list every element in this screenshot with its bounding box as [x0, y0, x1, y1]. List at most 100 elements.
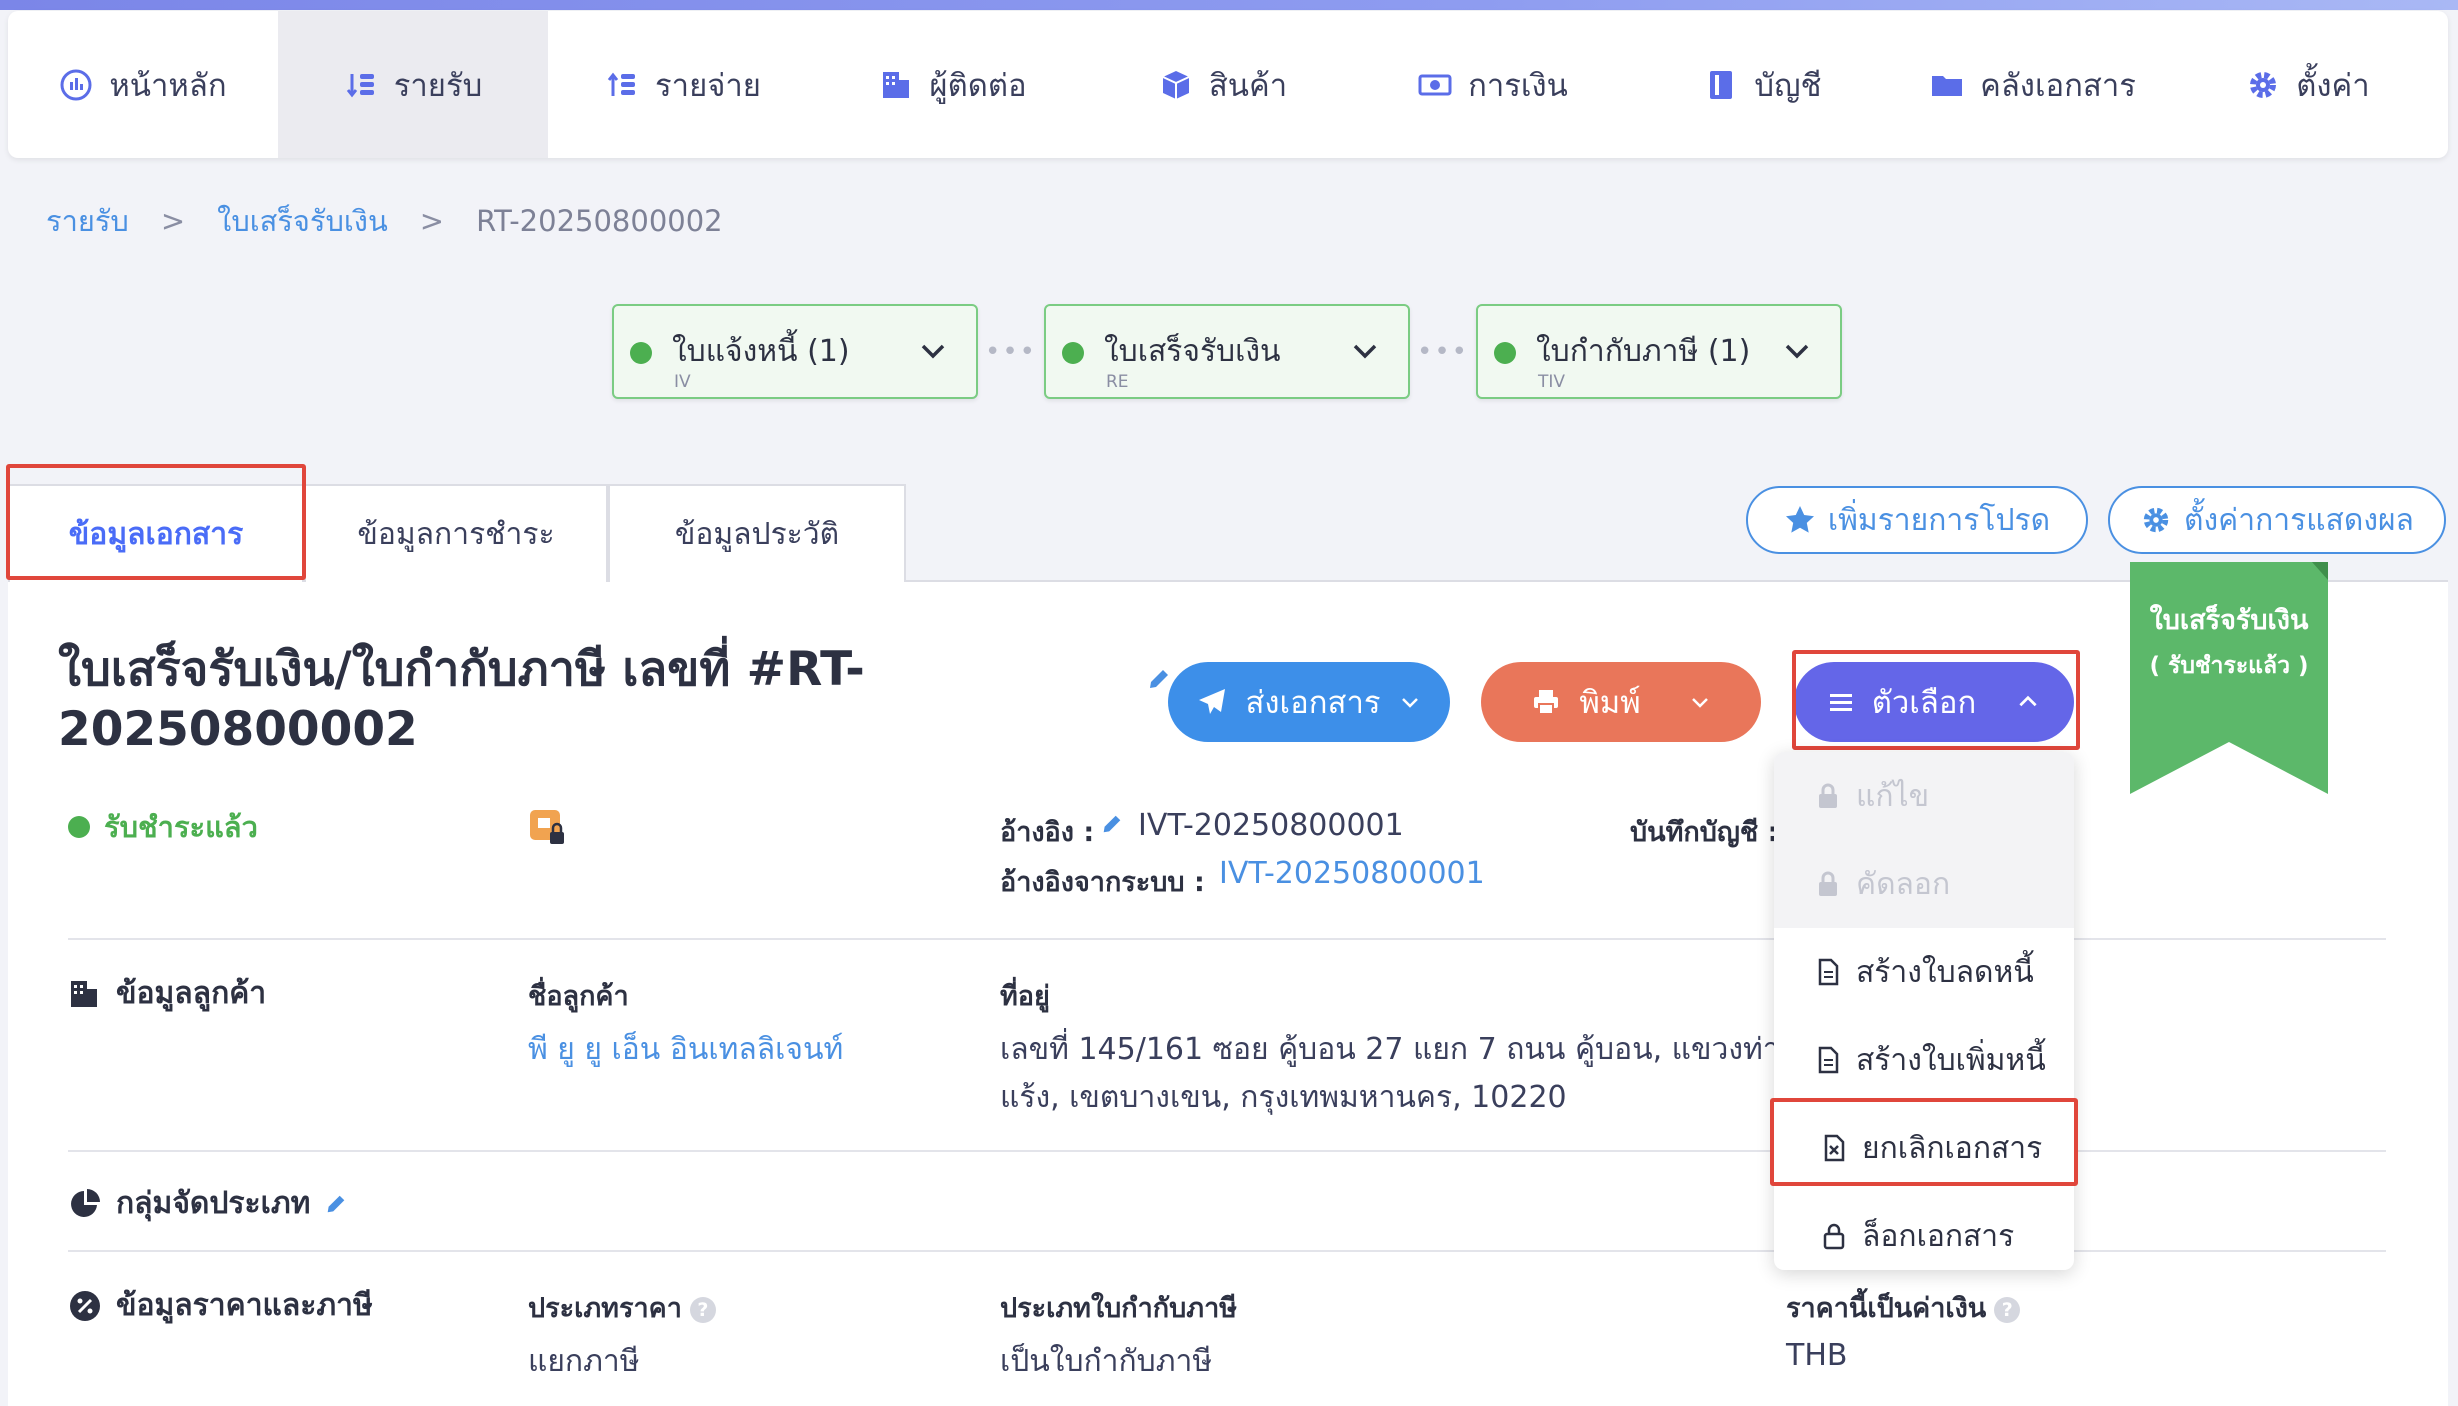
options-dropdown-menu: แก้ไข คัดลอก สร้างใบลดหนี้ สร้างใบเพิ่มห… [1774, 752, 2074, 1270]
journal-label: บันทึกบัญชี : [1630, 817, 1779, 848]
tax-invoice-type-label: ประเภทใบกำกับภาษี [1000, 1293, 1238, 1324]
payment-status: รับชำระแล้ว [68, 804, 258, 850]
edit-pencil-icon[interactable] [324, 1192, 348, 1216]
printer-icon [1534, 690, 1559, 715]
percent-badge-icon [70, 1290, 100, 1321]
gear-icon [2143, 507, 2169, 533]
address-label: ที่อยู่ [1000, 981, 1050, 1012]
reference-label: อ้างอิง : [1000, 817, 1095, 848]
nav-item-expense[interactable]: รายจ่าย [548, 11, 818, 158]
tab-payment-info[interactable]: ข้อมูลการชำระ [304, 484, 608, 582]
button-label: ตั้งค่าการแสดงผล [2184, 502, 2414, 538]
help-icon[interactable]: ? [689, 1296, 716, 1323]
breadcrumb-separator: > [419, 204, 445, 238]
price-type-label-text: ประเภทราคา [528, 1293, 682, 1324]
pricing-section-title: ข้อมูลราคาและภาษี [68, 1282, 373, 1329]
flow-card-tax-invoice[interactable]: ใบกำกับภาษี (1) TIV [1476, 304, 1842, 399]
add-favorite-button[interactable]: เพิ่มรายการโปรด [1746, 486, 2088, 554]
currency-label: ราคานี้เป็นค่าเงิน? [1786, 1286, 2021, 1329]
document-icon [1818, 958, 1839, 986]
contacts-icon [879, 68, 913, 102]
section-label: ข้อมูลราคาและภาษี [116, 1288, 373, 1323]
currency-value: THB [1786, 1338, 1848, 1373]
display-settings-button[interactable]: ตั้งค่าการแสดงผล [2108, 486, 2446, 554]
help-icon[interactable]: ? [1994, 1296, 2021, 1323]
income-icon [344, 68, 378, 102]
menu-item-cancel-document[interactable]: ยกเลิกเอกสาร [1774, 1104, 2074, 1192]
breadcrumb-receipts-link[interactable]: ใบเสร็จรับเงิน [217, 198, 388, 244]
ledger-icon [1704, 68, 1738, 102]
flow-card-title: ใบเสร็จรับเงิน [1104, 334, 1281, 369]
status-dot [1494, 342, 1516, 364]
customer-name-link[interactable]: พี ยู ยู เอ็น อินเทลลิเจนท์ [528, 1026, 843, 1073]
system-reference-label: อ้างอิงจากระบบ : [1000, 867, 1205, 898]
menu-item-label: คัดลอก [1856, 866, 1951, 902]
menu-item-label: แก้ไข [1856, 778, 1930, 814]
button-label: ตัวเลือก [1871, 685, 1977, 721]
flow-card-receipt[interactable]: ใบเสร็จรับเงิน RE [1044, 304, 1410, 399]
customer-name-label: ชื่อลูกค้า [528, 981, 629, 1012]
nav-item-home[interactable]: หน้าหลัก [8, 11, 278, 158]
edit-pencil-icon[interactable] [1100, 812, 1124, 836]
flow-card-code: RE [1106, 372, 1129, 392]
top-accent-stripe [0, 0, 2458, 10]
document-icon [1818, 1046, 1839, 1074]
nav-label: คลังเอกสาร [1980, 67, 2136, 104]
nav-item-finance[interactable]: การเงิน [1358, 11, 1628, 158]
flow-card-title: ใบกำกับภาษี (1) [1536, 334, 1751, 369]
menu-item-create-credit-note[interactable]: สร้างใบลดหนี้ [1774, 928, 2074, 1016]
nav-item-accounting[interactable]: บัญชี [1628, 11, 1898, 158]
nav-item-income[interactable]: รายรับ [278, 11, 548, 158]
chevron-down-icon [1401, 698, 1418, 708]
locked-document-icon [530, 810, 564, 844]
send-document-button[interactable]: ส่งเอกสาร [1168, 662, 1450, 742]
status-dot [630, 342, 652, 364]
options-button[interactable]: ตัวเลือก [1794, 662, 2074, 742]
lock-icon [1819, 871, 1837, 896]
address-line-2: แร้ง, เขตบางเขน, กรุงเทพมหานคร, 10220 [1000, 1080, 1567, 1115]
nav-label: ผู้ติดต่อ [929, 67, 1027, 104]
menu-item-create-debit-note[interactable]: สร้างใบเพิ่มหนี้ [1774, 1016, 2074, 1104]
main-navbar: หน้าหลัก รายรับ รายจ่าย ผู้ติดต่อ สินค้า… [8, 11, 2448, 158]
nav-label: รายรับ [393, 67, 483, 104]
nav-label: ตั้งค่า [2296, 67, 2370, 104]
tax-invoice-type-value: เป็นใบกำกับภาษี [1000, 1344, 1213, 1379]
flow-card-code: IV [674, 372, 691, 392]
nav-item-products[interactable]: สินค้า [1088, 11, 1358, 158]
tab-document-info[interactable]: ข้อมูลเอกสาร [8, 484, 304, 582]
flow-connector: ••• [1416, 336, 1469, 367]
flow-card-title: ใบแจ้งหนี้ (1) [672, 334, 850, 369]
nav-item-settings[interactable]: ตั้งค่า [2168, 11, 2448, 158]
system-reference-link[interactable]: IVT-20250800001 [1219, 856, 1485, 891]
chevron-up-icon [2019, 695, 2037, 707]
edit-pencil-icon[interactable] [1146, 666, 1172, 692]
category-section-title: กลุ่มจัดประเภท [68, 1180, 348, 1227]
chevron-down-icon [1785, 344, 1809, 359]
flow-card-code: TIV [1538, 372, 1566, 392]
menu-item-lock-document[interactable]: ล็อกเอกสาร [1774, 1192, 2074, 1270]
flow-card-invoice[interactable]: ใบแจ้งหนี้ (1) IV [612, 304, 978, 399]
button-label: เพิ่มรายการโปรด [1827, 502, 2051, 538]
nav-item-documents[interactable]: คลังเอกสาร [1898, 11, 2168, 158]
chevron-down-icon [1353, 344, 1377, 359]
print-button[interactable]: พิมพ์ [1481, 662, 1761, 742]
nav-label: บัญชี [1754, 67, 1822, 104]
contacts-icon [71, 980, 97, 1007]
currency-label-text: ราคานี้เป็นค่าเงิน [1786, 1293, 1987, 1324]
ribbon-status: ( รับชำระแล้ว ) [2149, 653, 2309, 679]
section-label: กลุ่มจัดประเภท [116, 1186, 311, 1221]
menu-item-label: สร้างใบลดหนี้ [1856, 954, 2034, 990]
button-label: ส่งเอกสาร [1245, 685, 1381, 721]
breadcrumb-income-link[interactable]: รายรับ [46, 198, 129, 244]
reference-value: IVT-20250800001 [1138, 808, 1404, 843]
cancel-document-icon [1824, 1134, 1845, 1162]
price-type-label: ประเภทราคา? [528, 1286, 716, 1329]
nav-label: การเงิน [1468, 67, 1568, 104]
menu-lines-icon [1829, 694, 1852, 711]
dashboard-icon [59, 68, 93, 102]
chevron-down-icon [1691, 698, 1708, 708]
ribbon-title: ใบเสร็จรับเงิน [2149, 605, 2309, 636]
gear-icon [2246, 68, 2280, 102]
tab-history-info[interactable]: ข้อมูลประวัติ [608, 484, 906, 582]
nav-item-contacts[interactable]: ผู้ติดต่อ [818, 11, 1088, 158]
